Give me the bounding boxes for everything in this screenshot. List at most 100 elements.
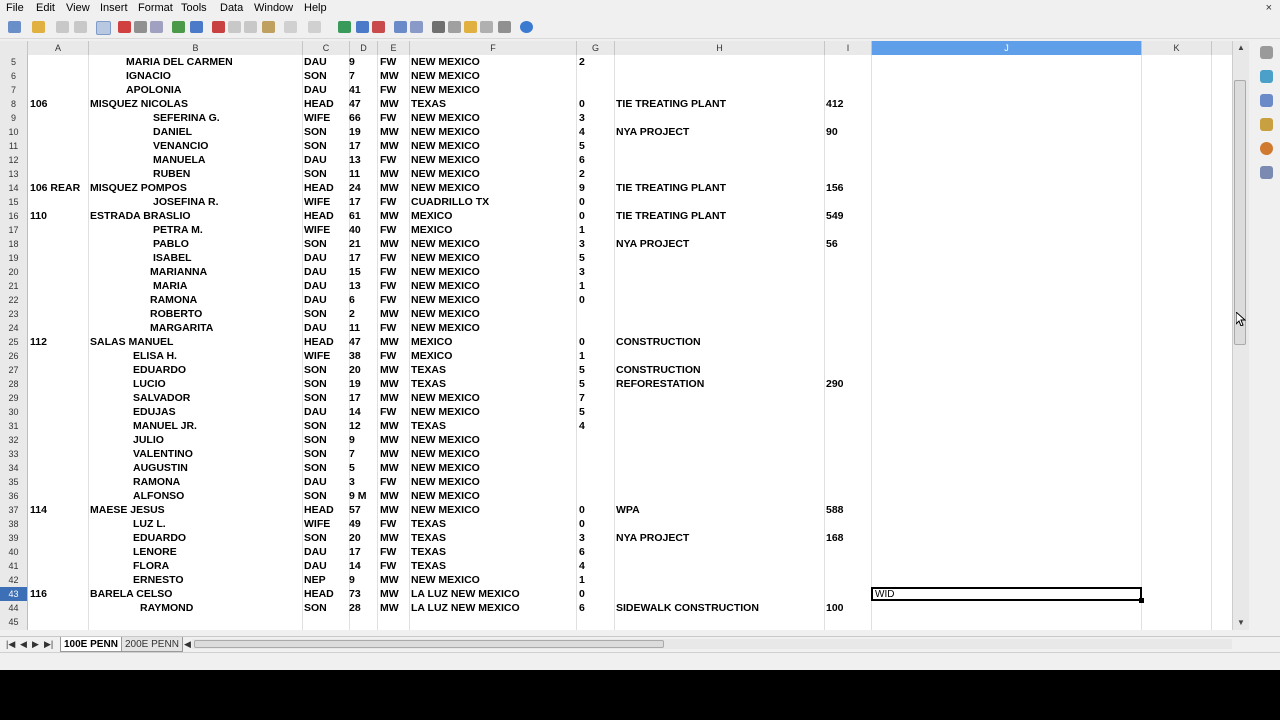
cell-c[interactable]: SON (304, 489, 327, 503)
cell-g[interactable]: 5 (579, 139, 585, 153)
row-header[interactable]: 42 (0, 573, 28, 587)
cell-d[interactable]: 40 (349, 223, 361, 237)
cell-h[interactable]: NYA PROJECT (616, 237, 689, 251)
cell-e[interactable]: MW (380, 531, 399, 545)
cell-e[interactable]: MW (380, 433, 399, 447)
cell-b[interactable]: BARELA CELSO (90, 587, 172, 601)
cell-f[interactable]: NEW MEXICO (411, 307, 480, 321)
vertical-scroll-thumb[interactable] (1234, 80, 1246, 345)
cell-b[interactable]: RAYMOND (140, 601, 193, 615)
cell-c[interactable]: HEAD (304, 587, 334, 601)
row-header[interactable]: 30 (0, 405, 28, 419)
cell-f[interactable]: NEW MEXICO (411, 321, 480, 335)
cell-c[interactable]: DAU (304, 265, 327, 279)
cell-h[interactable]: SIDEWALK CONSTRUCTION (616, 601, 759, 615)
cell-f[interactable]: NEW MEXICO (411, 447, 480, 461)
cell-c[interactable]: SON (304, 125, 327, 139)
cell-h[interactable]: REFORESTATION (616, 377, 704, 391)
cell-d[interactable]: 17 (349, 195, 361, 209)
cell-f[interactable]: NEW MEXICO (411, 69, 480, 83)
cell-d[interactable]: 41 (349, 83, 361, 97)
cell-f[interactable]: NEW MEXICO (411, 573, 480, 587)
cell-f[interactable]: NEW MEXICO (411, 181, 480, 195)
cell-d[interactable]: 13 (349, 153, 361, 167)
sheet-tab-100e-penn[interactable]: 100E PENN (60, 637, 122, 652)
cell-d[interactable]: 14 (349, 405, 361, 419)
insert-chart-icon[interactable] (394, 21, 407, 33)
cell-e[interactable]: MW (380, 489, 399, 503)
export-pdf-icon[interactable] (118, 21, 131, 33)
cell-d[interactable]: 49 (349, 517, 361, 531)
cell-f[interactable]: TEXAS (411, 419, 446, 433)
scroll-down-arrow-icon[interactable]: ▼ (1237, 618, 1245, 627)
cell-d[interactable]: 61 (349, 209, 361, 223)
cell-e[interactable]: MW (380, 461, 399, 475)
cell-b[interactable]: SALVADOR (133, 391, 190, 405)
first-sheet-icon[interactable]: |◀ (6, 639, 15, 650)
cell-e[interactable]: MW (380, 377, 399, 391)
cell-g[interactable]: 3 (579, 531, 585, 545)
row-header[interactable]: 15 (0, 195, 28, 209)
sheet-tab-200e-penn[interactable]: 200E PENN (121, 637, 183, 652)
row-header[interactable]: 29 (0, 391, 28, 405)
row-header[interactable]: 21 (0, 279, 28, 293)
cell-b[interactable]: SEFERINA G. (153, 111, 220, 125)
cell-c[interactable]: DAU (304, 251, 327, 265)
row-header[interactable]: 20 (0, 265, 28, 279)
pivot-table-icon[interactable] (410, 21, 423, 33)
menu-help[interactable]: Help (304, 2, 327, 14)
cell-e[interactable]: FW (380, 279, 396, 293)
cell-e[interactable]: MW (380, 237, 399, 251)
cell-c[interactable]: HEAD (304, 209, 334, 223)
cell-c[interactable]: SON (304, 531, 327, 545)
cell-c[interactable]: SON (304, 363, 327, 377)
cell-b[interactable]: EDUARDO (133, 531, 186, 545)
cell-f[interactable]: TEXAS (411, 363, 446, 377)
cell-e[interactable]: FW (380, 83, 396, 97)
cell-c[interactable]: DAU (304, 559, 327, 573)
cell-h[interactable]: TIE TREATING PLANT (616, 209, 726, 223)
cut-icon[interactable] (212, 21, 225, 33)
cell-a[interactable]: 106 (30, 97, 48, 111)
cell-f[interactable]: NEW MEXICO (411, 433, 480, 447)
properties-icon[interactable] (1260, 70, 1273, 83)
cell-d[interactable]: 47 (349, 97, 361, 111)
cell-d[interactable]: 9 (349, 573, 355, 587)
row-header[interactable]: 25 (0, 335, 28, 349)
row-header[interactable]: 6 (0, 69, 28, 83)
row-header[interactable]: 44 (0, 601, 28, 615)
cell-g[interactable]: 0 (579, 209, 585, 223)
cell-g[interactable]: 5 (579, 251, 585, 265)
cell-i[interactable]: 549 (826, 209, 844, 223)
cell-g[interactable]: 3 (579, 237, 585, 251)
cell-d[interactable]: 19 (349, 377, 361, 391)
cell-f[interactable]: NEW MEXICO (411, 125, 480, 139)
cell-f[interactable]: NEW MEXICO (411, 405, 480, 419)
print-icon[interactable] (134, 21, 147, 33)
row-header[interactable]: 32 (0, 433, 28, 447)
menu-window[interactable]: Window (254, 2, 293, 14)
next-sheet-icon[interactable]: ▶ (32, 639, 39, 650)
column-header-k[interactable]: K (1142, 41, 1212, 55)
cell-b[interactable]: MISQUEZ NICOLAS (90, 97, 188, 111)
cell-g[interactable]: 0 (579, 517, 585, 531)
cell-c[interactable]: SON (304, 237, 327, 251)
cell-f[interactable]: MEXICO (411, 223, 452, 237)
column-header-j[interactable]: J (872, 41, 1142, 55)
sort-ascending-icon[interactable] (356, 21, 369, 33)
fill-handle[interactable] (1139, 598, 1144, 603)
cell-g[interactable]: 1 (579, 573, 585, 587)
row-header[interactable]: 27 (0, 363, 28, 377)
cell-d[interactable]: 9 (349, 433, 355, 447)
cell-e[interactable]: MW (380, 209, 399, 223)
navigator-icon[interactable] (448, 21, 461, 33)
horizontal-scroll-thumb[interactable] (194, 640, 664, 648)
cell-d[interactable]: 9 (349, 55, 355, 69)
cell-d[interactable]: 21 (349, 237, 361, 251)
scroll-left-arrow-icon[interactable]: ◀ (184, 639, 191, 650)
cell-h[interactable]: WPA (616, 503, 640, 517)
cell-f[interactable]: NEW MEXICO (411, 111, 480, 125)
cell-c[interactable]: DAU (304, 545, 327, 559)
row-header[interactable]: 9 (0, 111, 28, 125)
cell-g[interactable]: 4 (579, 125, 585, 139)
